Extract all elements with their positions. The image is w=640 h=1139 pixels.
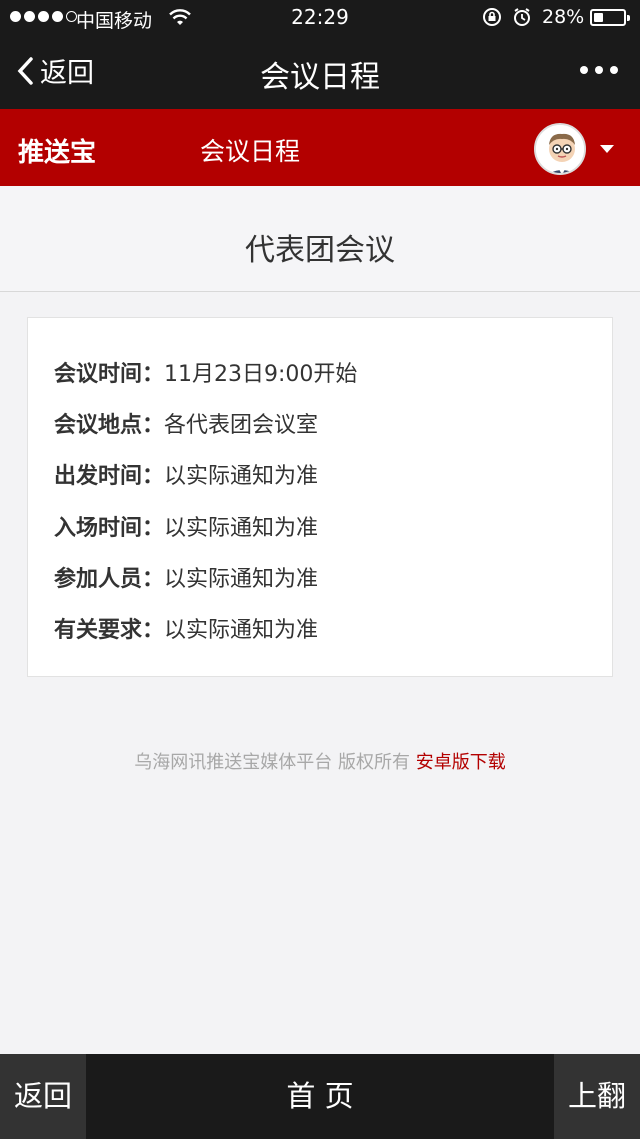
detail-value: 以实际通知为准: [164, 464, 319, 489]
detail-key: 会议时间：: [54, 362, 165, 387]
copyright-footer: 乌海网讯推送宝媒体平台 版权所有 安卓版下载: [0, 748, 640, 774]
detail-key: 参加人员：: [54, 567, 165, 592]
detail-key: 会议地点：: [54, 413, 165, 438]
detail-value: 各代表团会议室: [164, 413, 319, 438]
app-header: 推送宝 会议日程: [0, 109, 640, 186]
dropdown-caret-icon[interactable]: [600, 145, 614, 153]
brand-logo-text[interactable]: 推送宝: [18, 132, 96, 169]
detail-row-requirements: 有关要求：以实际通知为准: [54, 612, 318, 644]
detail-row-location: 会议地点：各代表团会议室: [54, 407, 318, 439]
detail-row-attendees: 参加人员：以实际通知为准: [54, 561, 318, 593]
battery-percent: 28%: [542, 6, 585, 28]
detail-value: 以实际通知为准: [164, 618, 319, 643]
detail-key: 入场时间：: [54, 516, 165, 541]
bottom-toolbar: 返回 首 页 上翻: [0, 1054, 640, 1139]
nav-bar: 返回 会议日程: [0, 34, 640, 109]
section-title: 代表团会议: [0, 186, 640, 292]
page-title: 会议日程: [260, 60, 380, 95]
android-download-link[interactable]: 安卓版下载: [416, 752, 506, 773]
battery-icon: [590, 9, 630, 26]
page-up-button[interactable]: 上翻: [554, 1054, 640, 1139]
home-button[interactable]: 首 页: [86, 1054, 554, 1139]
bottom-back-button[interactable]: 返回: [0, 1054, 86, 1139]
status-bar: 中国移动 22:29 28%: [0, 0, 640, 34]
more-options-icon[interactable]: [580, 66, 618, 74]
detail-row-departure: 出发时间：以实际通知为准: [54, 458, 318, 490]
copyright-text: 乌海网讯推送宝媒体平台 版权所有: [134, 752, 416, 773]
detail-value: 以实际通知为准: [164, 567, 319, 592]
detail-value: 11月23日9:00开始: [164, 362, 358, 387]
detail-key: 有关要求：: [54, 618, 165, 643]
header-section-link[interactable]: 会议日程: [200, 132, 300, 168]
detail-row-time: 会议时间：11月23日9:00开始: [54, 356, 357, 388]
alarm-icon: [512, 7, 532, 32]
detail-value: 以实际通知为准: [164, 516, 319, 541]
detail-row-entry: 入场时间：以实际通知为准: [54, 510, 318, 542]
meeting-details-card: 会议时间：11月23日9:00开始 会议地点：各代表团会议室 出发时间：以实际通…: [27, 317, 613, 677]
detail-key: 出发时间：: [54, 464, 165, 489]
user-avatar[interactable]: [534, 123, 586, 175]
rotation-lock-icon: [482, 7, 502, 32]
